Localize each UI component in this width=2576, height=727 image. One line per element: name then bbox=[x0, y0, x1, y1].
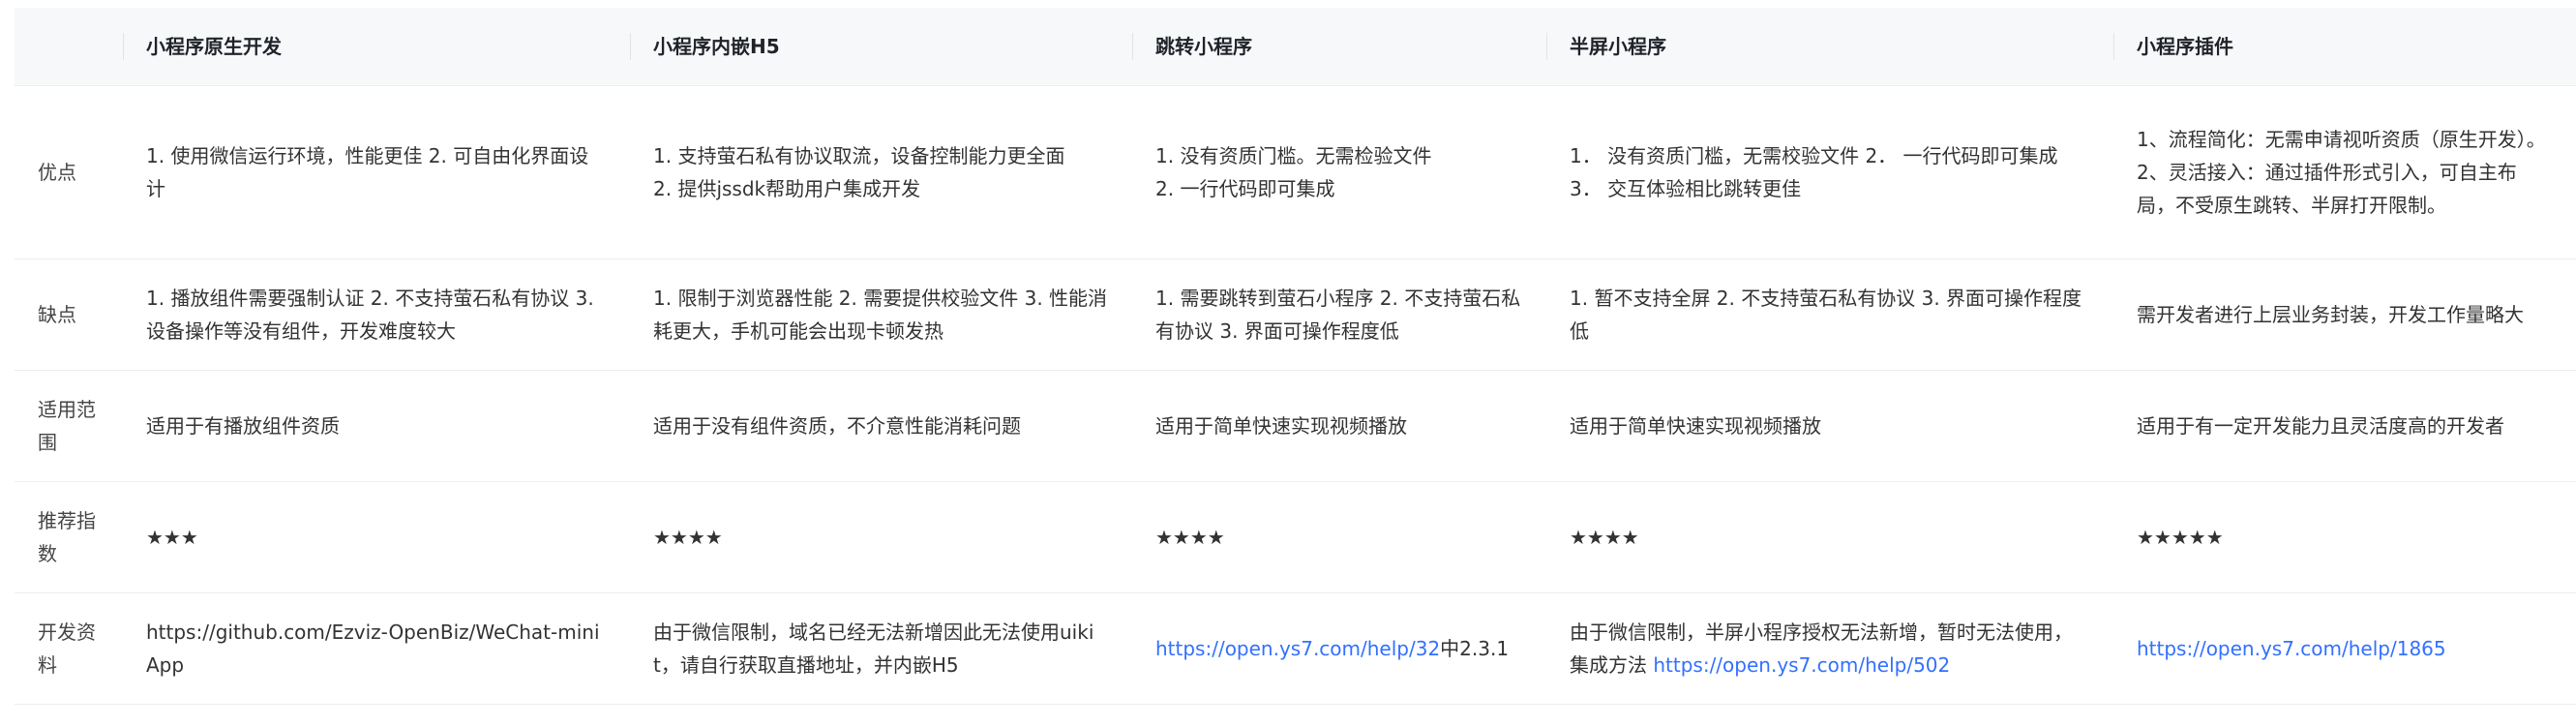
header-h5: 小程序内嵌H5 bbox=[630, 8, 1132, 86]
cell-advantages-plugin-line2: 2、灵活接入：通过插件形式引入，可自主布局，不受原生跳转、半屏打开限制。 bbox=[2137, 161, 2517, 217]
header-plugin: 小程序插件 bbox=[2113, 8, 2576, 86]
cell-docs-plugin: https://open.ys7.com/help/1865 bbox=[2113, 592, 2576, 705]
page: 小程序原生开发 小程序内嵌H5 跳转小程序 半屏小程序 小程序插件 优点 1. … bbox=[0, 0, 2576, 727]
cell-disadvantages-h5: 1. 限制于浏览器性能 2. 需要提供校验文件 3. 性能消耗更大，手机可能会出… bbox=[630, 258, 1132, 371]
table-row-disadvantages: 缺点 1. 播放组件需要强制认证 2. 不支持萤石私有协议 3. 设备操作等没有… bbox=[15, 258, 2576, 371]
header-native: 小程序原生开发 bbox=[123, 8, 630, 86]
header-empty bbox=[15, 8, 123, 86]
row-label-scope: 适用范围 bbox=[15, 370, 123, 482]
header-jump: 跳转小程序 bbox=[1132, 8, 1546, 86]
cell-advantages-h5-line2: 2. 提供jssdk帮助用户集成开发 bbox=[653, 177, 921, 200]
cell-advantages-h5: 1. 支持萤石私有协议取流，设备控制能力更全面 2. 提供jssdk帮助用户集成… bbox=[630, 85, 1132, 259]
row-label-disadvantages: 缺点 bbox=[15, 258, 123, 371]
header-half-screen: 半屏小程序 bbox=[1546, 8, 2113, 86]
cell-scope-half: 适用于简单快速实现视频播放 bbox=[1546, 370, 2113, 482]
comparison-table: 小程序原生开发 小程序内嵌H5 跳转小程序 半屏小程序 小程序插件 优点 1. … bbox=[15, 8, 2576, 705]
cell-advantages-h5-line1: 1. 支持萤石私有协议取流，设备控制能力更全面 bbox=[653, 144, 1065, 167]
cell-docs-native: https://github.com/Ezviz-OpenBiz/WeChat-… bbox=[123, 592, 630, 705]
row-label-docs: 开发资料 bbox=[15, 592, 123, 705]
table-row-scope: 适用范围 适用于有播放组件资质 适用于没有组件资质，不介意性能消耗问题 适用于简… bbox=[15, 370, 2576, 482]
rating-stars-native: ★★★ bbox=[123, 481, 630, 593]
rating-stars-jump: ★★★★ bbox=[1132, 481, 1546, 593]
cell-scope-plugin: 适用于有一定开发能力且灵活度高的开发者 bbox=[2113, 370, 2576, 482]
table-header-row: 小程序原生开发 小程序内嵌H5 跳转小程序 半屏小程序 小程序插件 bbox=[15, 8, 2576, 86]
table-row-advantages: 优点 1. 使用微信运行环境，性能更佳 2. 可自由化界面设计 1. 支持萤石私… bbox=[15, 85, 2576, 259]
docs-link-plugin[interactable]: https://open.ys7.com/help/1865 bbox=[2137, 637, 2446, 660]
cell-scope-h5: 适用于没有组件资质，不介意性能消耗问题 bbox=[630, 370, 1132, 482]
docs-link-jump[interactable]: https://open.ys7.com/help/32 bbox=[1155, 637, 1440, 660]
cell-docs-h5: 由于微信限制，域名已经无法新增因此无法使用uikit，请自行获取直播地址，并内嵌… bbox=[630, 592, 1132, 705]
cell-advantages-plugin-line1: 1、流程简化：无需申请视听资质（原生开发）。 bbox=[2137, 128, 2546, 151]
cell-advantages-native: 1. 使用微信运行环境，性能更佳 2. 可自由化界面设计 bbox=[123, 85, 630, 259]
rating-stars-half: ★★★★ bbox=[1546, 481, 2113, 593]
cell-advantages-jump-line1: 1. 没有资质门槛。无需检验文件 bbox=[1155, 144, 1432, 167]
cell-advantages-plugin: 1、流程简化：无需申请视听资质（原生开发）。 2、灵活接入：通过插件形式引入，可… bbox=[2113, 85, 2576, 259]
table-row-docs: 开发资料 https://github.com/Ezviz-OpenBiz/We… bbox=[15, 592, 2576, 705]
cell-advantages-jump-line2: 2. 一行代码即可集成 bbox=[1155, 177, 1335, 200]
cell-advantages-half: 1． 没有资质门槛，无需校验文件 2． 一行代码即可集成 3． 交互体验相比跳转… bbox=[1546, 85, 2113, 259]
cell-docs-half: 由于微信限制，半屏小程序授权无法新增，暂时无法使用，集成方法 https://o… bbox=[1546, 592, 2113, 705]
cell-disadvantages-half: 1. 暂不支持全屏 2. 不支持萤石私有协议 3. 界面可操作程度低 bbox=[1546, 258, 2113, 371]
docs-link-half[interactable]: https://open.ys7.com/help/502 bbox=[1653, 653, 1950, 677]
cell-disadvantages-plugin: 需开发者进行上层业务封装，开发工作量略大 bbox=[2113, 258, 2576, 371]
cell-disadvantages-native: 1. 播放组件需要强制认证 2. 不支持萤石私有协议 3. 设备操作等没有组件，… bbox=[123, 258, 630, 371]
rating-stars-h5: ★★★★ bbox=[630, 481, 1132, 593]
docs-jump-suffix: 中2.3.1 bbox=[1440, 637, 1510, 660]
rating-stars-plugin: ★★★★★ bbox=[2113, 481, 2576, 593]
row-label-advantages: 优点 bbox=[15, 85, 123, 259]
cell-scope-jump: 适用于简单快速实现视频播放 bbox=[1132, 370, 1546, 482]
cell-disadvantages-jump: 1. 需要跳转到萤石小程序 2. 不支持萤石私有协议 3. 界面可操作程度低 bbox=[1132, 258, 1546, 371]
row-label-recommend: 推荐指数 bbox=[15, 481, 123, 593]
cell-scope-native: 适用于有播放组件资质 bbox=[123, 370, 630, 482]
cell-advantages-jump: 1. 没有资质门槛。无需检验文件 2. 一行代码即可集成 bbox=[1132, 85, 1546, 259]
table-row-recommend: 推荐指数 ★★★ ★★★★ ★★★★ ★★★★ ★★★★★ bbox=[15, 481, 2576, 593]
cell-docs-jump: https://open.ys7.com/help/32中2.3.1 bbox=[1132, 592, 1546, 705]
